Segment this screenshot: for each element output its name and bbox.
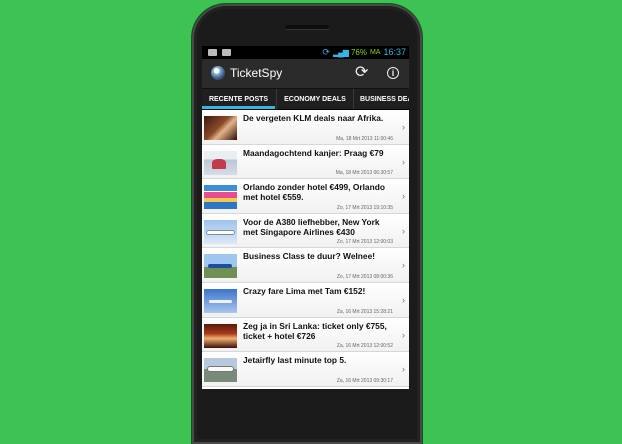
- chevron-right-icon: ›: [402, 122, 405, 132]
- chevron-right-icon: ›: [402, 191, 405, 202]
- tab-recente-posts[interactable]: RECENTE POSTS: [202, 89, 275, 109]
- signal-icon: ▂▄▆: [332, 48, 349, 57]
- info-icon[interactable]: i: [387, 67, 399, 79]
- refresh-icon[interactable]: ⟳: [355, 64, 368, 82]
- post-thumbnail: [204, 185, 237, 210]
- post-title: Voor de A380 liefhebber, New York met Si…: [243, 216, 380, 237]
- gmail-notification-icon: [208, 49, 217, 56]
- earpiece-speaker: [285, 25, 329, 29]
- chevron-right-icon: ›: [402, 225, 405, 236]
- post-thumbnail: [204, 219, 237, 244]
- post-date: Zo, 17 Mrt 2013 19:10:35: [336, 204, 393, 211]
- network-indicator: MA: [369, 49, 381, 56]
- list-item[interactable]: Business Class te duur? Welnee! Zo, 17 M…: [202, 248, 409, 283]
- post-title: Crazy fare Lima met Tam €152!: [243, 285, 366, 296]
- list-item[interactable]: Voor de A380 liefhebber, New York met Si…: [202, 213, 409, 249]
- post-thumbnail: [204, 254, 237, 279]
- post-thumbnail: [204, 358, 237, 383]
- post-title: Zeg ja in Sri Lanka: ticket only €755, t…: [243, 320, 387, 341]
- app-screen: ⟳ ▂▄▆ 76% MA 16:37 TicketSpy ⟳ i RECENTE…: [202, 46, 409, 389]
- post-date: Ma, 18 Mrt 2013 11:00:46: [336, 135, 393, 142]
- app-logo-icon: [211, 66, 225, 80]
- chevron-right-icon: ›: [402, 294, 405, 305]
- list-item[interactable]: Zeg ja in Sri Lanka: ticket only €755, t…: [202, 317, 409, 353]
- clock: 16:37: [383, 47, 406, 57]
- list-item[interactable]: Jetairfly last minute top 5. Za, 16 Mrt …: [202, 352, 409, 387]
- chevron-right-icon: ›: [402, 156, 405, 167]
- sync-icon: ⟳: [322, 47, 330, 57]
- post-title: Business Class te duur? Welnee!: [243, 251, 376, 262]
- battery-percentage: 76%: [350, 48, 367, 57]
- status-bar: ⟳ ▂▄▆ 76% MA 16:37: [202, 46, 409, 59]
- app-title: TicketSpy: [230, 66, 283, 80]
- post-title: Maandagochtend kanjer: Praag €79: [243, 147, 384, 158]
- post-title: De vergeten KLM deals naar Afrika.: [243, 113, 384, 123]
- post-date: Zo, 17 Mrt 2013 08:00:36: [336, 273, 393, 280]
- chevron-right-icon: ›: [402, 260, 405, 271]
- list-item[interactable]: Crazy fare Lima met Tam €152! Za, 16 Mrt…: [202, 282, 409, 318]
- post-thumbnail: [204, 150, 237, 175]
- list-item[interactable]: Orlando zonder hotel €499, Orlando met h…: [202, 179, 409, 214]
- post-date: Ma, 18 Mrt 2013 06:30:57: [335, 170, 393, 177]
- action-bar: TicketSpy ⟳ i: [202, 59, 409, 89]
- list-item[interactable]: Maandagochtend kanjer: Praag €79 Ma, 18 …: [202, 144, 409, 180]
- post-list: De vergeten KLM deals naar Afrika. Ma, 1…: [202, 110, 409, 387]
- chevron-right-icon: ›: [402, 364, 405, 375]
- tab-business-deals[interactable]: BUSINESS DEAL: [353, 89, 409, 109]
- post-title: Jetairfly last minute top 5.: [243, 355, 347, 366]
- post-date: Za, 16 Mrt 2013 12:00:52: [336, 343, 393, 350]
- chevron-right-icon: ›: [402, 329, 405, 340]
- post-title: Orlando zonder hotel €499, Orlando met h…: [243, 182, 385, 203]
- post-thumbnail: [204, 116, 237, 140]
- list-item[interactable]: De vergeten KLM deals naar Afrika. Ma, 1…: [202, 110, 409, 145]
- post-date: Za, 16 Mrt 2013 09:30:17: [336, 377, 393, 384]
- post-thumbnail: [204, 323, 237, 348]
- app-notification-icon: [222, 49, 231, 56]
- post-thumbnail: [204, 288, 237, 313]
- tab-economy-deals[interactable]: ECONOMY DEALS: [276, 89, 353, 109]
- tab-bar: RECENTE POSTS ECONOMY DEALS BUSINESS DEA…: [202, 89, 409, 110]
- post-date: Za, 16 Mrt 2013 15:28:21: [336, 308, 393, 315]
- post-date: Zo, 17 Mrt 2013 12:00:03: [336, 239, 393, 246]
